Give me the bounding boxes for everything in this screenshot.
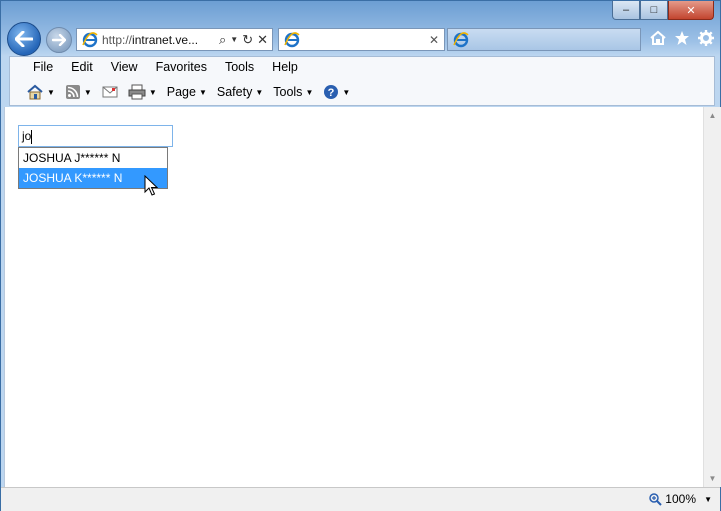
vertical-scrollbar[interactable]: ▲ ▼	[703, 107, 721, 487]
help-menu[interactable]: ? ▼	[319, 83, 354, 101]
dropdown-icon: ▼	[305, 87, 314, 97]
browser-icons	[650, 30, 714, 46]
caption-buttons: – □ ✕	[612, 1, 714, 20]
ie-logo-icon	[453, 31, 469, 47]
address-bar[interactable]: http://intranet.ve... ⌕ ▼ ↻ ✕	[76, 28, 273, 51]
printer-icon	[128, 84, 146, 100]
tools-menu[interactable]: Tools ▼	[269, 83, 317, 101]
zoom-level: 100%	[665, 492, 696, 506]
url-host: intranet.ve...	[132, 32, 199, 47]
menu-edit[interactable]: Edit	[62, 60, 102, 74]
search-input[interactable]: jo	[18, 125, 173, 147]
minimize-button[interactable]: –	[612, 1, 640, 20]
address-url: http://intranet.ve...	[102, 33, 198, 47]
browser-window: – □ ✕ http://intranet.ve... ⌕ ▼ ↻ ✕ ✕ Fi…	[0, 0, 721, 511]
home-icon[interactable]	[650, 30, 666, 46]
ie-logo-icon	[284, 31, 300, 47]
ie-logo-icon	[82, 31, 98, 47]
mouse-pointer-icon	[144, 175, 158, 196]
page-content: jo JOSHUA J****** N JOSHUA K****** N	[4, 107, 703, 487]
url-prefix: http://	[102, 32, 133, 47]
autocomplete-item[interactable]: JOSHUA J****** N	[19, 148, 167, 168]
page-menu[interactable]: Page ▼	[163, 83, 211, 101]
dropdown-icon[interactable]: ▼	[149, 88, 157, 97]
status-bar: 100% ▼	[1, 487, 720, 511]
scroll-up-icon[interactable]: ▲	[704, 107, 721, 124]
gear-icon[interactable]	[698, 30, 714, 46]
help-icon: ?	[324, 85, 339, 99]
tab-inactive[interactable]	[447, 28, 641, 51]
dropdown-icon: ▼	[198, 87, 207, 97]
close-tab-icon[interactable]: ✕	[429, 33, 439, 47]
rss-feed-icon	[65, 85, 80, 99]
page-label: Page	[166, 85, 196, 99]
text-caret	[31, 129, 33, 144]
forward-arrow-icon	[52, 34, 66, 46]
home-button[interactable]: ▼	[22, 83, 59, 101]
tools-label: Tools	[273, 85, 303, 99]
feeds-button[interactable]: ▼	[61, 83, 96, 101]
scroll-down-icon[interactable]: ▼	[704, 470, 721, 487]
svg-text:?: ?	[328, 87, 335, 99]
refresh-icon[interactable]: ↻	[242, 32, 253, 48]
dropdown-icon: ▼	[342, 87, 351, 97]
dropdown-icon: ▼	[255, 87, 264, 97]
dropdown-icon[interactable]: ▼	[84, 88, 92, 97]
safety-menu[interactable]: Safety ▼	[213, 83, 267, 101]
stop-icon[interactable]: ✕	[257, 32, 268, 48]
zoom-icon	[649, 492, 663, 506]
forward-button[interactable]	[46, 27, 72, 53]
favorites-star-icon[interactable]	[674, 30, 690, 46]
back-arrow-icon	[15, 31, 33, 47]
zoom-dropdown-icon[interactable]: ▼	[704, 495, 712, 504]
dropdown-icon[interactable]: ▼	[230, 35, 238, 44]
read-mail-button[interactable]	[98, 83, 122, 101]
safety-label: Safety	[216, 85, 253, 99]
command-bars: File Edit View Favorites Tools Help ▼ ▼ …	[9, 56, 715, 106]
mail-icon	[102, 86, 118, 98]
zoom-control[interactable]: 100%	[649, 492, 696, 506]
menu-favorites[interactable]: Favorites	[147, 60, 216, 74]
menu-tools[interactable]: Tools	[216, 60, 263, 74]
close-button[interactable]: ✕	[668, 1, 714, 20]
back-button[interactable]	[7, 22, 41, 56]
menu-view[interactable]: View	[102, 60, 147, 74]
home-icon	[27, 84, 43, 100]
search-value: jo	[22, 129, 32, 143]
dropdown-icon[interactable]: ▼	[47, 88, 55, 97]
maximize-button[interactable]: □	[640, 1, 668, 20]
tab-active[interactable]: ✕	[278, 28, 445, 51]
command-bar: ▼ ▼ ▼ Page ▼ Safety ▼ Tools ▼ ? ▼	[22, 83, 354, 101]
address-controls: ⌕ ▼ ↻ ✕	[219, 32, 268, 48]
search-icon[interactable]: ⌕	[219, 32, 226, 48]
print-button[interactable]: ▼	[124, 83, 161, 101]
menu-file[interactable]: File	[24, 60, 62, 74]
menu-bar: File Edit View Favorites Tools Help	[24, 60, 307, 74]
menu-help[interactable]: Help	[263, 60, 307, 74]
